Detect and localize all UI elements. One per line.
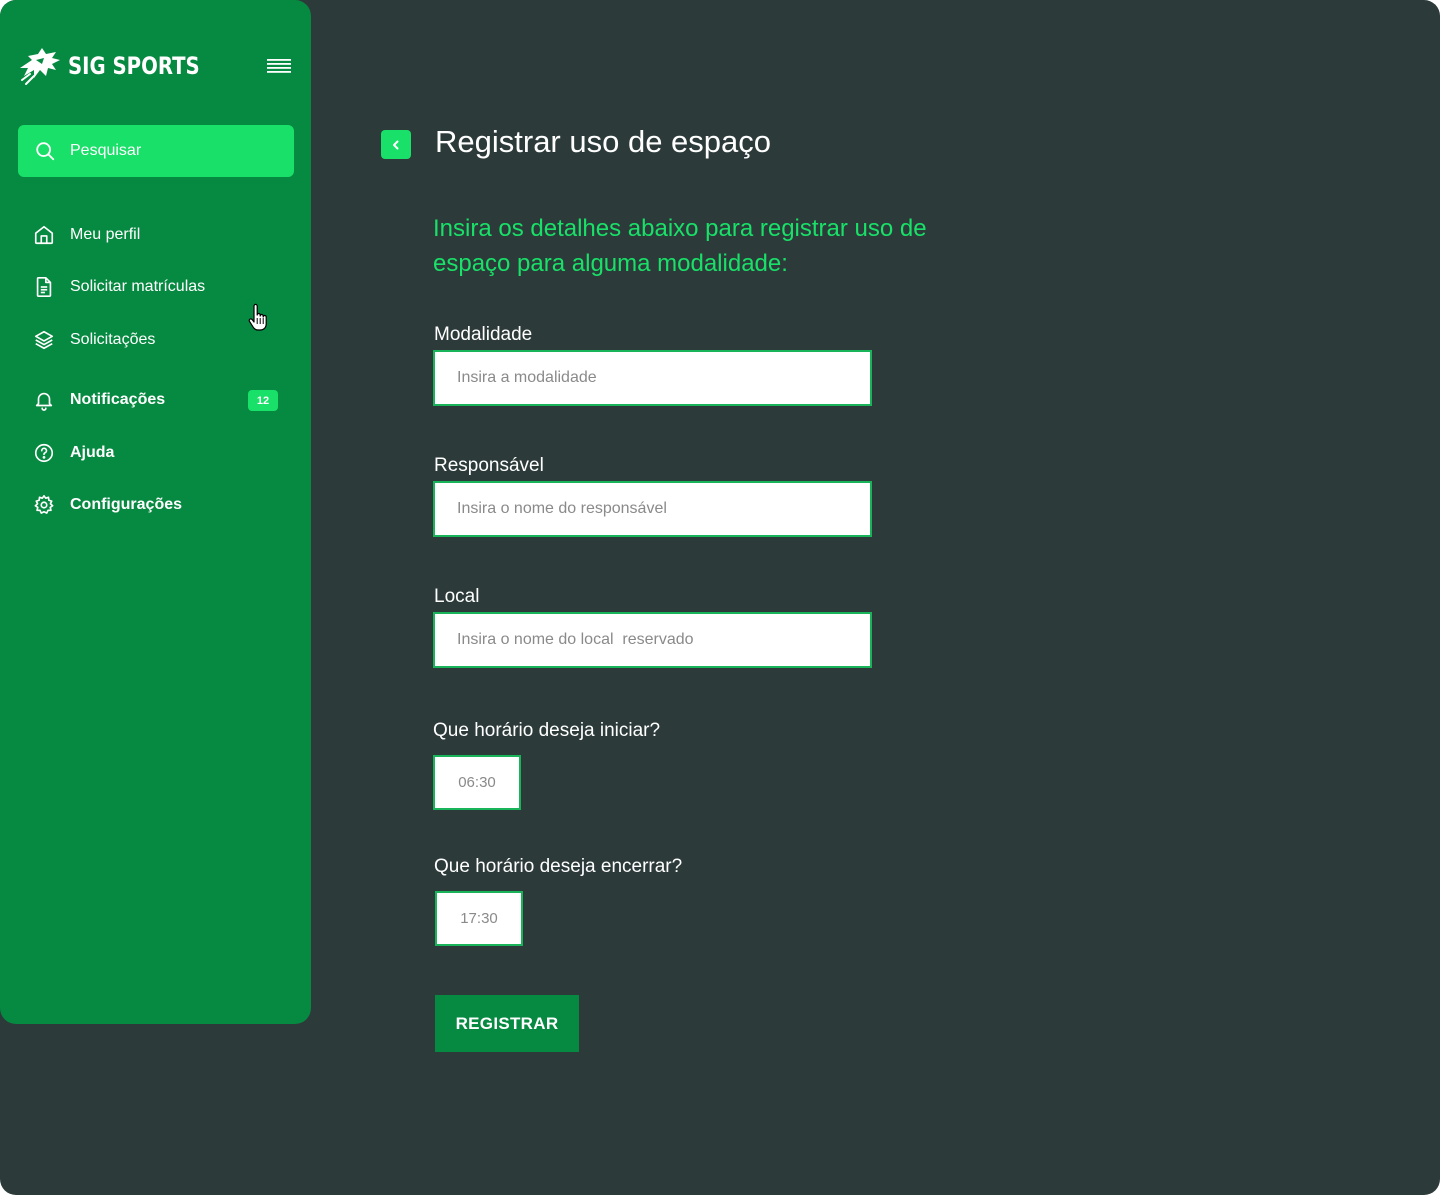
sidebar-item-label: Solicitar matrículas xyxy=(70,278,206,295)
hand-cursor-icon xyxy=(248,303,267,331)
search-label: Pesquisar xyxy=(70,142,142,159)
end-time-field[interactable] xyxy=(435,891,523,946)
notification-count-badge: 12 xyxy=(248,390,278,411)
sidebar-item-label: Configurações xyxy=(70,496,183,513)
sidebar-item-notificacoes[interactable]: Notificações 12 xyxy=(18,380,294,420)
hamburger-menu-icon[interactable] xyxy=(266,56,292,76)
page-title: Registrar uso de espaço xyxy=(435,124,772,159)
sidebar: SIG SPORTS Pesquisar Meu perfil Solicita… xyxy=(0,0,311,1024)
responsavel-label: Responsável xyxy=(434,455,544,476)
start-time-field[interactable] xyxy=(433,755,521,810)
local-label: Local xyxy=(434,586,480,607)
start-time-label: Que horário deseja iniciar? xyxy=(433,720,661,741)
bell-icon xyxy=(35,392,53,411)
sidebar-item-configuracoes[interactable]: Configurações xyxy=(18,485,294,525)
register-button[interactable]: REGISTRAR xyxy=(435,995,579,1052)
local-field[interactable] xyxy=(433,612,872,668)
form-instructions: Insira os detalhes abaixo para registrar… xyxy=(433,215,927,277)
home-icon xyxy=(34,225,54,245)
app-window: SIG SPORTS Pesquisar Meu perfil Solicita… xyxy=(0,0,1440,1195)
sidebar-item-label: Solicitações xyxy=(70,331,156,348)
search-button[interactable]: Pesquisar xyxy=(18,125,294,177)
brand-logo-icon xyxy=(20,48,60,85)
search-icon xyxy=(36,142,55,161)
gear-icon xyxy=(34,495,54,514)
sidebar-item-label: Ajuda xyxy=(70,444,115,461)
help-circle-icon xyxy=(34,443,54,463)
brand[interactable]: SIG SPORTS xyxy=(18,46,229,86)
back-button[interactable] xyxy=(381,130,411,159)
sidebar-item-meu-perfil[interactable]: Meu perfil xyxy=(18,215,294,255)
document-icon xyxy=(36,277,52,297)
end-time-label: Que horário deseja encerrar? xyxy=(434,856,683,877)
modalidade-field[interactable] xyxy=(433,350,872,406)
sidebar-item-label: Meu perfil xyxy=(70,226,141,243)
chevron-left-icon xyxy=(393,140,399,149)
sidebar-item-label: Notificações xyxy=(70,391,166,408)
brand-name: SIG SPORTS xyxy=(68,52,200,80)
modalidade-label: Modalidade xyxy=(434,324,533,345)
sidebar-item-ajuda[interactable]: Ajuda xyxy=(18,433,294,473)
responsavel-field[interactable] xyxy=(433,481,872,537)
layers-icon xyxy=(34,330,54,350)
sidebar-item-solicitar-matriculas[interactable]: Solicitar matrículas xyxy=(18,267,294,307)
